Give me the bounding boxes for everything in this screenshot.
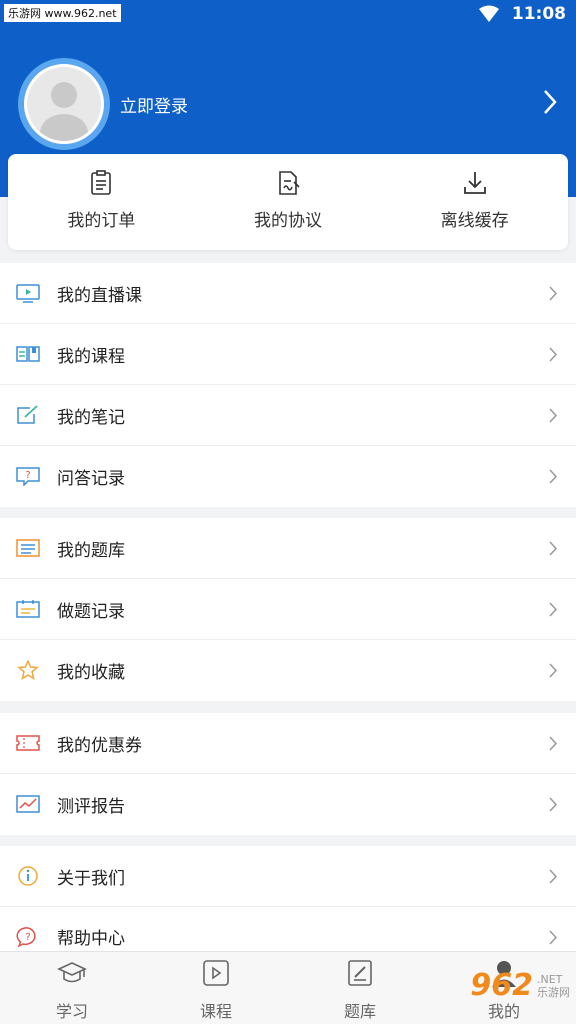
edit-doc-icon	[348, 960, 372, 986]
svg-text:?: ?	[25, 932, 30, 943]
menu-group-learning: 我的直播课 我的课程 我的笔记 ? 问答记录	[0, 263, 576, 507]
tab-question-bank-label: 题库	[343, 1002, 376, 1021]
menu-item-my-notes[interactable]: 我的笔记	[0, 385, 576, 446]
offline-cache-label: 离线缓存	[440, 211, 509, 231]
report-icon	[16, 795, 40, 813]
live-class-icon	[16, 284, 40, 303]
chevron-right-icon	[549, 797, 558, 812]
my-course-label: 我的课程	[57, 346, 125, 367]
coupons-label: 我的优惠券	[57, 735, 142, 756]
chevron-right-icon	[549, 408, 558, 423]
order-icon	[91, 170, 112, 195]
menu-item-question-bank[interactable]: 我的题库	[0, 518, 576, 579]
watermark-suffix: .NET	[537, 972, 563, 986]
practice-record-label: 做题记录	[57, 601, 125, 622]
chevron-right-icon	[549, 469, 558, 484]
coupon-icon	[16, 735, 40, 751]
watermark-site: 乐游网	[537, 985, 570, 999]
chevron-right-icon	[549, 930, 558, 945]
my-notes-label: 我的笔记	[57, 407, 125, 428]
status-bar: 乐游网 www.962.net 11:08	[0, 0, 576, 32]
chevron-right-icon	[549, 869, 558, 884]
watermark-label: 乐游网 www.962.net	[4, 4, 121, 22]
watermark-brand: 962	[470, 968, 533, 1003]
chevron-right-icon	[549, 602, 558, 617]
question-bank-icon	[16, 539, 40, 557]
star-icon	[17, 660, 39, 680]
avatar[interactable]	[18, 58, 110, 150]
clock: 11:08	[511, 4, 566, 24]
help-icon: ?	[16, 927, 36, 947]
menu-group-practice: 我的题库 做题记录 我的收藏	[0, 518, 576, 701]
menu-item-qa-record[interactable]: ? 问答记录	[0, 446, 576, 507]
question-bank-label: 我的题库	[57, 540, 125, 561]
chevron-right-icon	[549, 736, 558, 751]
my-orders-label: 我的订单	[67, 211, 136, 231]
menu-item-my-course[interactable]: 我的课程	[0, 324, 576, 385]
my-agreement-label: 我的协议	[254, 211, 322, 231]
my-orders-button[interactable]: 我的订单	[8, 154, 195, 250]
my-agreement-button[interactable]: 我的协议	[195, 154, 382, 250]
favorites-label: 我的收藏	[57, 663, 125, 683]
info-icon	[18, 866, 38, 886]
notes-icon	[17, 405, 38, 424]
tab-study-label: 学习	[55, 1002, 88, 1021]
qa-icon: ?	[16, 467, 40, 486]
svg-text:?: ?	[25, 470, 30, 481]
chevron-right-icon	[549, 347, 558, 362]
menu-item-live-class[interactable]: 我的直播课	[0, 263, 576, 324]
qa-record-label: 问答记录	[57, 469, 125, 489]
quick-actions-card: 我的订单 我的协议 离线缓存	[8, 154, 568, 250]
watermark-962: 962 .NET 乐游网	[470, 968, 570, 1003]
help-center-label: 帮助中心	[57, 928, 125, 949]
default-avatar-icon	[40, 82, 88, 141]
menu-item-about-us[interactable]: 关于我们	[0, 846, 576, 907]
chevron-right-icon[interactable]	[542, 88, 558, 116]
menu-item-assessment-report[interactable]: 测评报告	[0, 774, 576, 835]
tab-course[interactable]: 课程	[144, 952, 288, 1024]
chevron-right-icon	[549, 286, 558, 301]
login-link[interactable]: 立即登录	[120, 92, 188, 117]
menu-item-coupons[interactable]: 我的优惠券	[0, 713, 576, 774]
tab-question-bank[interactable]: 题库	[288, 952, 432, 1024]
tab-course-label: 课程	[199, 1002, 232, 1021]
menu-group-about: 关于我们 ? 帮助中心	[0, 846, 576, 965]
practice-record-icon	[16, 600, 40, 618]
play-icon	[203, 960, 229, 986]
about-us-label: 关于我们	[57, 868, 125, 889]
course-icon	[16, 346, 40, 362]
wifi-icon	[478, 5, 499, 22]
download-icon	[463, 172, 486, 194]
assessment-report-label: 测评报告	[57, 797, 125, 817]
offline-cache-button[interactable]: 离线缓存	[381, 154, 568, 250]
menu-group-reports: 我的优惠券 测评报告	[0, 713, 576, 835]
chevron-right-icon	[549, 663, 558, 678]
agreement-icon	[279, 171, 300, 195]
graduation-cap-icon	[57, 962, 87, 983]
menu-item-practice-record[interactable]: 做题记录	[0, 579, 576, 640]
tab-study[interactable]: 学习	[0, 952, 144, 1024]
chevron-right-icon	[549, 541, 558, 556]
live-class-label: 我的直播课	[57, 285, 142, 306]
menu-item-favorites[interactable]: 我的收藏	[0, 640, 576, 701]
